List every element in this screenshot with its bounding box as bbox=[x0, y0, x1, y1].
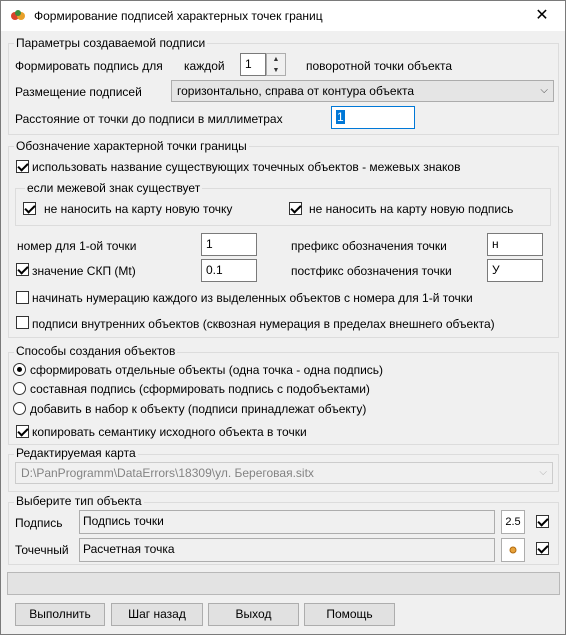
numbering-label[interactable]: начинать нумерацию каждого из выделенных… bbox=[32, 291, 473, 305]
window-title: Формирование подписей характерных точек … bbox=[34, 9, 323, 23]
placement-value: горизонтально, справа от контура объекта bbox=[177, 84, 415, 98]
placement-select[interactable]: горизонтально, справа от контура объекта… bbox=[171, 80, 554, 102]
label-row-field[interactable]: Подпись точки bbox=[79, 510, 495, 534]
spin-up-icon[interactable]: ▲ bbox=[267, 54, 285, 65]
radio-separate-objects[interactable] bbox=[13, 363, 26, 376]
each-spinner[interactable]: ▲ ▼ bbox=[266, 53, 286, 76]
help-button[interactable]: Помощь bbox=[304, 603, 395, 626]
map-select: D:\PanProgramm\DataErrors\18309\ул. Бере… bbox=[15, 462, 553, 484]
use-existing-label[interactable]: использовать название существующих точеч… bbox=[32, 160, 460, 174]
skp-input[interactable]: 0.1 bbox=[201, 259, 257, 282]
use-existing-checkbox[interactable] bbox=[16, 160, 29, 173]
label-row-label: Подпись bbox=[15, 516, 63, 530]
map-path: D:\PanProgramm\DataErrors\18309\ул. Бере… bbox=[21, 466, 314, 480]
spin-down-icon[interactable]: ▼ bbox=[267, 65, 285, 76]
prefix-label: префикс обозначения точки bbox=[291, 239, 447, 253]
prefix-input[interactable]: н bbox=[487, 233, 543, 256]
chevron-down-icon: ⌵ bbox=[540, 85, 548, 96]
if-exists-legend: если межевой знак существует bbox=[25, 181, 203, 195]
no-new-point-label[interactable]: не наносить на карту новую точку bbox=[44, 202, 232, 216]
postfix-label: постфикс обозначения точки bbox=[291, 264, 452, 278]
dialog-window: Формирование подписей характерных точек … bbox=[0, 0, 566, 635]
form-label: Формировать подпись для bbox=[15, 59, 163, 73]
first-number-input[interactable]: 1 bbox=[201, 233, 257, 256]
placement-label: Размещение подписей bbox=[15, 85, 142, 99]
copy-semantics-label[interactable]: копировать семантику исходного объекта в… bbox=[32, 425, 307, 439]
point-row-value: Расчетная точка bbox=[83, 542, 175, 556]
no-new-label-checkbox[interactable] bbox=[289, 202, 302, 215]
progress-bar bbox=[7, 572, 560, 595]
object-type-legend: Выберите тип объекта bbox=[14, 494, 144, 508]
each-label: каждой bbox=[184, 59, 225, 73]
point-row-field[interactable]: Расчетная точка bbox=[79, 538, 495, 562]
skp-checkbox[interactable] bbox=[16, 263, 29, 276]
skp-label[interactable]: значение СКП (Mt) bbox=[32, 264, 136, 278]
designation-legend: Обозначение характерной точки границы bbox=[14, 139, 249, 153]
numbering-checkbox[interactable] bbox=[16, 291, 29, 304]
map-legend: Редактируемая карта bbox=[14, 446, 138, 460]
point-row-checkbox[interactable] bbox=[536, 542, 549, 555]
radio-compound-label[interactable] bbox=[13, 382, 26, 395]
radio-compound-label-text[interactable]: составная подпись (сформировать подпись … bbox=[30, 382, 370, 396]
run-button[interactable]: Выполнить bbox=[15, 603, 105, 626]
inner-checkbox[interactable] bbox=[16, 316, 29, 329]
label-size-button[interactable]: 2.5 bbox=[501, 510, 525, 534]
radio-add-to-set[interactable] bbox=[13, 402, 26, 415]
point-row-label: Точечный bbox=[15, 543, 69, 557]
creation-legend: Способы создания объектов bbox=[14, 344, 178, 358]
params-legend: Параметры создаваемой подписи bbox=[14, 36, 208, 50]
first-number-label: номер для 1-ой точки bbox=[17, 239, 137, 253]
each-input[interactable]: 1 bbox=[240, 53, 266, 76]
copy-semantics-checkbox[interactable] bbox=[16, 425, 29, 438]
label-row-value: Подпись точки bbox=[83, 514, 164, 528]
inner-label[interactable]: подписи внутренних объектов (сквозная ну… bbox=[32, 317, 495, 331]
app-icon bbox=[11, 10, 25, 20]
label-row-checkbox[interactable] bbox=[536, 515, 549, 528]
chevron-down-icon: ⌵ bbox=[539, 467, 547, 478]
radio-add-to-set-label[interactable]: добавить в набор к объекту (подписи прин… bbox=[30, 402, 366, 416]
title-bar: Формирование подписей характерных точек … bbox=[1, 1, 565, 31]
step-back-button[interactable]: Шаг назад bbox=[111, 603, 203, 626]
postfix-input[interactable]: У bbox=[487, 259, 543, 282]
no-new-label-label[interactable]: не наносить на карту новую подпись bbox=[309, 202, 513, 216]
distance-value: 1 bbox=[336, 110, 345, 124]
radio-separate-label[interactable]: сформировать отдельные объекты (одна точ… bbox=[30, 363, 383, 377]
distance-input[interactable]: 1 bbox=[331, 106, 415, 129]
close-icon[interactable]: ✕ bbox=[519, 1, 565, 31]
point-style-button[interactable] bbox=[501, 538, 525, 562]
distance-label: Расстояние от точки до подписи в миллиме… bbox=[15, 112, 283, 126]
exit-button[interactable]: Выход bbox=[208, 603, 299, 626]
point-marker-icon bbox=[509, 546, 517, 554]
no-new-point-checkbox[interactable] bbox=[23, 202, 36, 215]
vertex-label: поворотной точки объекта bbox=[306, 59, 453, 73]
